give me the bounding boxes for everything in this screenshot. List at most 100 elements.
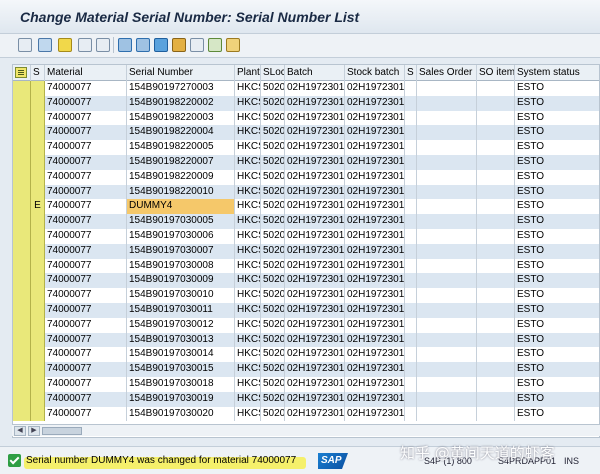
cell-sales-order[interactable] [417,199,477,215]
row-selector[interactable] [13,169,31,185]
cell-material[interactable]: 74000077 [45,347,127,363]
cell-so-item[interactable] [477,347,515,363]
table-row[interactable]: 74000077154B90197030020HKCS502002H197230… [13,406,599,422]
cell-batch[interactable]: 02H1972301 [285,303,345,318]
cell-system-status[interactable]: ESTO [515,111,599,126]
cell-serial[interactable]: 154B90197030012 [127,317,235,333]
col-header-s2[interactable]: S [405,65,417,81]
cell-sloc[interactable]: 5020 [261,155,285,170]
table-row[interactable]: 74000077154B90197030009HKCS502002H197230… [13,273,599,289]
cell-stock-batch[interactable]: 02H1972301 [345,258,405,274]
cell-so-item[interactable] [477,81,515,96]
cell-so-item[interactable] [477,303,515,318]
col-header-serial-number[interactable]: Serial Number [127,65,235,81]
scrollbar-thumb[interactable] [42,427,82,435]
cell-batch[interactable]: 02H1972301 [285,288,345,303]
cell-sloc[interactable]: 5020 [261,288,285,303]
cell-batch[interactable]: 02H1972301 [285,406,345,422]
cell-material[interactable]: 74000077 [45,199,127,215]
cell-so-item[interactable] [477,362,515,377]
cell-plant[interactable]: HKCS [235,140,261,155]
cell-sales-order[interactable] [417,140,477,155]
cell-s2[interactable] [405,243,417,259]
table-row[interactable]: 74000077154B90197030019HKCS502002H197230… [13,391,599,407]
cell-sales-order[interactable] [417,332,477,348]
row-selector[interactable] [13,332,31,348]
cell-plant[interactable]: HKCS [235,243,261,259]
cell-so-item[interactable] [477,214,515,229]
cell-plant[interactable]: HKCS [235,199,261,215]
cell-sales-order[interactable] [417,125,477,141]
filter-icon[interactable] [154,38,168,52]
cell-stock-batch[interactable]: 02H1972301 [345,377,405,392]
cell-serial[interactable]: 154B90197030018 [127,377,235,392]
cell-system-status[interactable]: ESTO [515,125,599,140]
cell-batch[interactable]: 02H1972301 [285,391,345,407]
cell-s2[interactable] [405,391,417,407]
row-selector[interactable] [13,317,31,333]
cell-batch[interactable]: 02H1972301 [285,317,345,333]
cell-batch[interactable]: 02H1972301 [285,184,345,200]
cell-sloc[interactable]: 5020 [261,406,285,422]
cell-stock-batch[interactable]: 02H1972301 [345,81,405,96]
cell-so-item[interactable] [477,332,515,348]
cell-system-status[interactable]: ESTO [515,303,599,318]
cell-serial[interactable]: 154B90198220003 [127,110,235,126]
cell-sloc[interactable]: 5020 [261,273,285,289]
cell-s2[interactable] [405,332,417,348]
cell-so-item[interactable] [477,169,515,185]
cell-sloc[interactable]: 5020 [261,258,285,274]
cell-sales-order[interactable] [417,95,477,111]
cell-material[interactable]: 74000077 [45,125,127,141]
row-selector[interactable] [13,214,31,229]
cell-sloc[interactable]: 5020 [261,214,285,229]
table-row[interactable]: 74000077154B90198220003HKCS502002H197230… [13,110,599,126]
cell-serial[interactable]: 154B90197030020 [127,406,235,422]
cell-plant[interactable]: HKCS [235,125,261,141]
cell-s2[interactable] [405,362,417,377]
cell-stock-batch[interactable]: 02H1972301 [345,288,405,303]
row-selector[interactable] [13,95,31,111]
col-header-sloc[interactable]: SLoc [261,65,285,81]
cell-plant[interactable]: HKCS [235,95,261,111]
cell-plant[interactable]: HKCS [235,317,261,333]
row-selector[interactable] [13,110,31,126]
change-icon[interactable] [58,38,72,52]
table-row[interactable]: 74000077154B90198220010HKCS502002H197230… [13,184,599,200]
cell-s2[interactable] [405,81,417,96]
cell-so-item[interactable] [477,125,515,141]
cell-material[interactable]: 74000077 [45,258,127,274]
cell-so-item[interactable] [477,110,515,126]
cell-so-item[interactable] [477,258,515,274]
row-selector[interactable] [13,125,31,141]
cell-material[interactable]: 74000077 [45,169,127,185]
table-row[interactable]: 74000077154B90198220004HKCS502002H197230… [13,125,599,141]
cell-system-status[interactable]: ESTO [515,288,599,303]
details-icon[interactable] [18,38,32,52]
cell-material[interactable]: 74000077 [45,406,127,422]
cell-so-item[interactable] [477,155,515,170]
cell-sloc[interactable]: 5020 [261,140,285,155]
cell-sloc[interactable]: 5020 [261,169,285,185]
cell-so-item[interactable] [477,199,515,215]
table-row[interactable]: 74000077154B90198220009HKCS502002H197230… [13,169,599,185]
cell-system-status[interactable]: ESTO [515,214,599,229]
cell-material[interactable]: 74000077 [45,288,127,303]
cell-plant[interactable]: HKCS [235,155,261,170]
cell-serial[interactable]: DUMMY4 [127,199,235,215]
cell-system-status[interactable]: ESTO [515,199,599,214]
cell-stock-batch[interactable]: 02H1972301 [345,243,405,259]
export-icon[interactable] [190,38,204,52]
cell-system-status[interactable]: ESTO [515,362,599,377]
select-all-icon[interactable] [78,38,92,52]
cell-system-status[interactable]: ESTO [515,244,599,259]
row-selector[interactable] [13,258,31,274]
cell-system-status[interactable]: ESTO [515,347,599,362]
cell-sales-order[interactable] [417,362,477,377]
row-selector[interactable] [13,362,31,377]
cell-batch[interactable]: 02H1972301 [285,214,345,229]
cell-s2[interactable] [405,184,417,200]
col-header-so-item[interactable]: SO item [477,65,515,81]
col-header-material[interactable]: Material [45,65,127,81]
cell-sales-order[interactable] [417,273,477,289]
